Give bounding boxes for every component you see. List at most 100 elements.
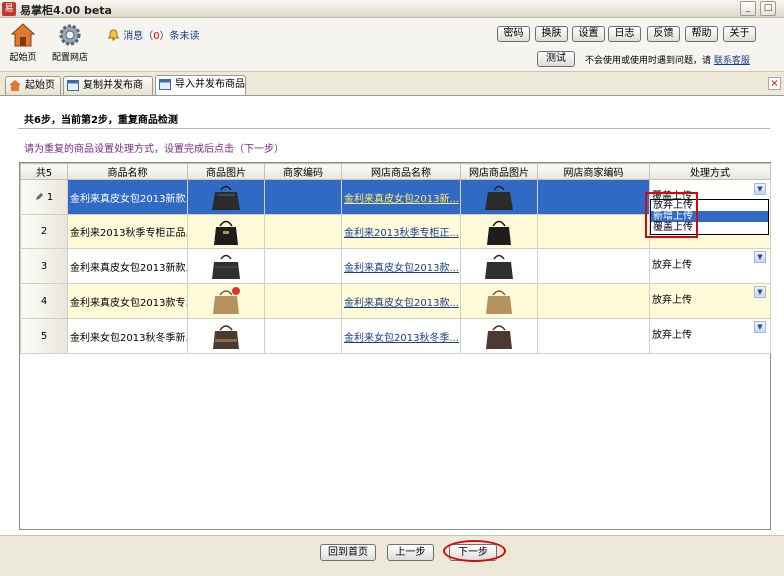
title-bar: 易 易掌柜4.00 beta _ □ [0, 0, 784, 18]
shop-product-link[interactable]: 金利来女包2013秋冬季... [344, 333, 459, 344]
action-value: 放弃上传 [652, 330, 692, 341]
shop-product-image [485, 185, 513, 210]
product-image [213, 287, 240, 314]
chevron-down-icon[interactable]: ▼ [754, 321, 766, 333]
bell-icon [107, 29, 120, 41]
shop-product-link[interactable]: 金利来真皮女包2013款... [344, 263, 459, 274]
message-suffix: ）条未读 [159, 31, 200, 42]
product-image-cell[interactable] [187, 179, 265, 215]
product-image-cell[interactable] [187, 318, 265, 354]
product-name: 金利来真皮女包2013款专... [67, 283, 188, 319]
column-header-count: 共5 [20, 163, 68, 180]
home-toolbar-button[interactable]: 起始页 [6, 22, 40, 63]
tab-import-publish-label: 导入并发布商品 [175, 79, 245, 90]
highlight-box [645, 192, 698, 238]
window-icon [159, 79, 171, 90]
shop-product-name-cell[interactable]: 金利来真皮女包2013新... [341, 179, 461, 215]
contact-support-link[interactable]: 联系客服 [714, 56, 750, 66]
shop-image-cell[interactable] [460, 283, 538, 319]
chevron-down-icon[interactable]: ▼ [754, 286, 766, 298]
help-hint: 不会使用或使用时遇到问题，请 联系客服 [585, 53, 750, 66]
config-shop-label: 配置网店 [51, 53, 88, 63]
tab-copy-publish[interactable]: 复制并发布商品 [63, 76, 153, 108]
message-indicator[interactable]: 消息（0）条未读 [107, 27, 200, 42]
chevron-down-icon[interactable]: ▼ [754, 251, 766, 263]
column-header-action[interactable]: 处理方式 [649, 163, 771, 180]
shop-product-link[interactable]: 金利来真皮女包2013款... [344, 298, 459, 309]
product-image-cell[interactable] [187, 248, 265, 284]
chevron-down-icon[interactable]: ▼ [754, 183, 766, 195]
maximize-button[interactable]: □ [760, 1, 776, 16]
feedback-button[interactable]: 反馈 [647, 26, 680, 42]
shop-product-name-cell[interactable]: 金利来2013秋季专柜正... [341, 214, 461, 249]
table-row[interactable]: 4 金利来真皮女包2013款专... 金利来真皮女包2013款... 放弃上传 [20, 283, 771, 319]
product-name: 金利来女包2013秋冬季新... [67, 318, 188, 354]
row-number: 2 [20, 214, 68, 249]
product-image [212, 254, 240, 279]
column-header-shop-image[interactable]: 网店商品图片 [460, 163, 538, 180]
shop-product-image [485, 254, 513, 279]
settings-button[interactable]: 设置 [572, 26, 605, 42]
house-icon [10, 23, 36, 47]
help-hint-text: 不会使用或使用时遇到问题，请 [585, 56, 712, 66]
row-number: 4 [20, 283, 68, 319]
action-cell[interactable]: 放弃上传 ▼ [649, 283, 771, 319]
shop-product-link[interactable]: 金利来真皮女包2013新... [344, 194, 459, 205]
merchant-code [264, 283, 342, 319]
footer: 回到首页 上一步 下一步 [0, 535, 784, 576]
column-header-code[interactable]: 商家编码 [264, 163, 342, 180]
test-button[interactable]: 测试 [537, 51, 575, 67]
column-header-shop-name[interactable]: 网店商品名称 [341, 163, 461, 180]
back-home-button[interactable]: 回到首页 [320, 544, 376, 561]
product-image-cell[interactable] [187, 214, 265, 249]
house-icon [9, 80, 21, 91]
pencil-icon [35, 192, 43, 200]
password-button[interactable]: 密码 [497, 26, 530, 42]
column-header-name[interactable]: 商品名称 [67, 163, 188, 180]
column-header-shop-code[interactable]: 网店商家编码 [537, 163, 650, 180]
merchant-code [264, 248, 342, 284]
tab-home-label: 起始页 [25, 80, 55, 91]
product-image-cell[interactable] [187, 283, 265, 319]
close-tab-button[interactable]: × [768, 77, 781, 90]
shop-product-name-cell[interactable]: 金利来女包2013秋冬季... [341, 318, 461, 354]
shop-image-cell[interactable] [460, 214, 538, 249]
shop-product-name-cell[interactable]: 金利来真皮女包2013款... [341, 248, 461, 284]
app-icon: 易 [2, 2, 16, 16]
gear-icon [59, 24, 81, 46]
shop-merchant-code [537, 283, 650, 319]
main-panel: 共6步，当前第2步，重复商品检测 请为重复的商品设置处理方式，设置完成后点击（下… [0, 95, 784, 576]
product-image [212, 185, 240, 210]
product-name: 金利来2013秋季专柜正品... [67, 214, 188, 249]
shop-product-name-cell[interactable]: 金利来真皮女包2013款... [341, 283, 461, 319]
column-header-image[interactable]: 商品图片 [187, 163, 265, 180]
action-cell[interactable]: 放弃上传 ▼ [649, 318, 771, 354]
previous-step-button[interactable]: 上一步 [387, 544, 434, 561]
help-button[interactable]: 帮助 [685, 26, 718, 42]
merchant-code [264, 318, 342, 354]
shop-image-cell[interactable] [460, 318, 538, 354]
product-name: 金利来真皮女包2013新款... [67, 248, 188, 284]
product-image [214, 220, 238, 245]
table-row[interactable]: 5 金利来女包2013秋冬季新... 金利来女包2013秋冬季... 放弃上传 [20, 318, 771, 354]
about-button[interactable]: 关于 [723, 26, 756, 42]
shop-merchant-code [537, 214, 650, 249]
row-number-label: 1 [46, 191, 54, 203]
action-cell[interactable]: 放弃上传 ▼ [649, 248, 771, 284]
tab-home[interactable]: 起始页 [5, 76, 61, 95]
step-title: 共6步，当前第2步，重复商品检测 [24, 115, 178, 126]
shop-image-cell[interactable] [460, 179, 538, 215]
config-shop-button[interactable]: 配置网店 [48, 22, 92, 63]
log-button[interactable]: 日志 [608, 26, 641, 42]
table-row[interactable]: 3 金利来真皮女包2013新款... 金利来真皮女包2013款... 放弃上传 [20, 248, 771, 284]
shop-product-link[interactable]: 金利来2013秋季专柜正... [344, 228, 459, 239]
tab-import-publish[interactable]: 导入并发布商品 [155, 75, 246, 95]
minimize-button[interactable]: _ [740, 1, 756, 16]
row-number: 5 [20, 318, 68, 354]
toolbar: 起始页 配置网店 消息（0）条未读 密码 换肤 设置 日志 反馈 帮助 关于 测… [0, 18, 784, 72]
shop-image-cell[interactable] [460, 248, 538, 284]
shop-merchant-code [537, 318, 650, 354]
shop-product-image [486, 290, 512, 314]
row-number: 3 [20, 248, 68, 284]
skin-button[interactable]: 换肤 [535, 26, 568, 42]
